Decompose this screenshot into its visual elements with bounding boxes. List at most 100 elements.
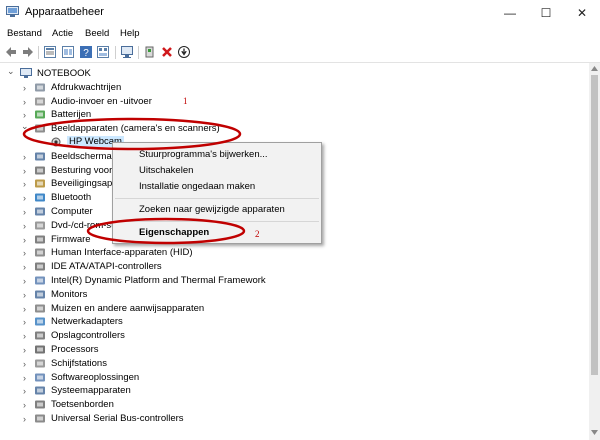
chevron-right-icon[interactable]: › xyxy=(23,246,32,260)
uninstall-icon[interactable] xyxy=(160,45,174,59)
tree-category-row[interactable]: › Muizen en andere aanwijsapparaten xyxy=(0,302,589,316)
tree-category-label: Computer xyxy=(51,206,93,217)
maximize-icon: ☐ xyxy=(540,6,552,20)
maximize-button[interactable]: ☐ xyxy=(528,0,564,26)
chevron-right-icon[interactable]: › xyxy=(23,384,32,398)
context-menu: Stuurprogramma's bijwerken... Uitschakel… xyxy=(112,142,322,244)
chevron-right-icon[interactable]: › xyxy=(23,274,32,288)
vertical-scrollbar[interactable] xyxy=(589,63,600,440)
tree-category-row[interactable]: › Human Interface-apparaten (HID) xyxy=(0,246,589,260)
tree-category-label: Besturing voor xyxy=(51,164,113,176)
chevron-right-icon[interactable]: › xyxy=(23,371,32,385)
tree-category-row[interactable]: › Universal Serial Bus-controllers xyxy=(0,412,589,426)
menu-beeld[interactable]: Beeld xyxy=(85,28,109,39)
device-category-icon xyxy=(35,97,45,106)
chevron-right-icon[interactable]: › xyxy=(23,343,32,357)
tree-root-row[interactable]: ⌄ NOTEBOOK xyxy=(0,64,589,81)
tree-category-row[interactable]: › Toetsenborden xyxy=(0,398,589,412)
ctx-uninstall[interactable]: Installatie ongedaan maken xyxy=(139,181,255,192)
device-manager-app-icon xyxy=(6,6,19,17)
chevron-down-icon[interactable]: ⌄ xyxy=(7,64,16,78)
toolbar: ? xyxy=(0,43,600,63)
chevron-down-icon[interactable]: ⌄ xyxy=(21,119,30,133)
device-tree: ⌄ NOTEBOOK › Afdrukwachtrijen › Audio-invoer … xyxy=(0,63,589,440)
tree-category-label: Processors xyxy=(51,344,99,355)
details-icon[interactable] xyxy=(96,45,110,59)
chevron-right-icon[interactable]: › xyxy=(23,219,32,233)
menu-help[interactable]: Help xyxy=(120,28,140,39)
minimize-button[interactable]: — xyxy=(492,0,528,26)
chevron-right-icon[interactable]: › xyxy=(23,233,32,247)
chevron-right-icon[interactable]: › xyxy=(23,177,32,191)
chevron-right-icon[interactable]: › xyxy=(23,302,32,316)
device-category-icon xyxy=(35,152,45,161)
chevron-right-icon[interactable]: › xyxy=(23,315,32,329)
add-driver-icon[interactable] xyxy=(143,45,157,59)
tree-category-row[interactable]: › Intel(R) Dynamic Platform and Thermal F… xyxy=(0,274,589,288)
device-category-icon xyxy=(35,207,45,216)
scroll-down-icon[interactable] xyxy=(591,430,598,435)
forward-arrow-icon[interactable] xyxy=(21,45,35,59)
ctx-separator xyxy=(115,221,319,222)
toolbar-separator xyxy=(138,46,139,59)
chevron-right-icon[interactable]: › xyxy=(23,205,32,219)
tree-category-label: Opslagcontrollers xyxy=(51,330,125,342)
tree-category-row[interactable]: › Audio-invoer en -uitvoer xyxy=(0,95,589,109)
device-category-icon xyxy=(35,373,45,382)
ctx-scan-changes[interactable]: Zoeken naar gewijzigde apparaten xyxy=(139,204,285,215)
ctx-update-driver[interactable]: Stuurprogramma's bijwerken... xyxy=(139,149,268,160)
ctx-disable[interactable]: Uitschakelen xyxy=(139,165,193,176)
minimize-icon: — xyxy=(504,6,516,20)
menu-bestand[interactable]: Bestand xyxy=(7,28,42,39)
back-arrow-icon[interactable] xyxy=(4,45,18,59)
chevron-right-icon[interactable]: › xyxy=(23,357,32,371)
tree-category-label: Intel(R) Dynamic Platform and Thermal Fr… xyxy=(51,275,266,286)
tree-category-row[interactable]: › Opslagcontrollers xyxy=(0,329,589,343)
device-category-icon xyxy=(35,193,45,202)
tree-category-row[interactable]: ⌄ Beeldapparaten (camera's en scanners) xyxy=(0,119,589,136)
tree-category-label: Batterijen xyxy=(51,109,92,121)
chevron-right-icon[interactable]: › xyxy=(23,164,32,178)
tree-category-row[interactable]: › Afdrukwachtrijen xyxy=(0,81,589,95)
tree-category-row[interactable]: › Schijfstations xyxy=(0,357,589,371)
device-category-icon xyxy=(35,83,45,92)
scan-hardware-icon[interactable] xyxy=(120,45,134,59)
menu-actie[interactable]: Actie xyxy=(52,28,73,39)
tree-category-row[interactable]: › Monitors xyxy=(0,288,589,302)
close-button[interactable]: ✕ xyxy=(564,0,600,26)
tree-category-label: Afdrukwachtrijen xyxy=(51,81,122,93)
update-icon[interactable] xyxy=(177,45,191,59)
device-category-icon xyxy=(35,290,45,299)
chevron-right-icon[interactable]: › xyxy=(23,81,32,95)
scrollbar-thumb[interactable] xyxy=(591,75,598,375)
device-category-icon xyxy=(35,221,45,230)
device-category-icon xyxy=(35,359,45,368)
help-icon[interactable]: ? xyxy=(79,45,93,59)
device-category-icon xyxy=(35,124,45,133)
tree-category-row[interactable]: › Batterijen xyxy=(0,108,589,122)
tree-category-row[interactable]: › Processors xyxy=(0,343,589,357)
chevron-right-icon[interactable]: › xyxy=(23,329,32,343)
tree-category-label: Human Interface-apparaten (HID) xyxy=(51,247,193,259)
tree-category-label: Universal Serial Bus-controllers xyxy=(51,413,184,424)
tree-category-label: Bluetooth xyxy=(51,192,92,204)
device-category-icon xyxy=(35,304,45,313)
scroll-up-icon[interactable] xyxy=(591,66,598,71)
chevron-right-icon[interactable]: › xyxy=(23,412,32,426)
chevron-right-icon[interactable]: › xyxy=(23,95,32,109)
chevron-right-icon[interactable]: › xyxy=(23,398,32,412)
tree-category-row[interactable]: › Systeemapparaten xyxy=(0,384,589,398)
device-category-icon xyxy=(35,414,45,423)
tree-category-row[interactable]: › IDE ATA/ATAPI-controllers xyxy=(0,260,589,274)
show-hidden-icon[interactable] xyxy=(61,45,75,59)
tree-category-row[interactable]: › Netwerkadapters xyxy=(0,315,589,329)
chevron-right-icon[interactable]: › xyxy=(23,260,32,274)
tree-category-row[interactable]: › Softwareoplossingen xyxy=(0,371,589,385)
ctx-properties[interactable]: Eigenschappen xyxy=(139,227,209,238)
chevron-right-icon[interactable]: › xyxy=(23,288,32,302)
properties-icon[interactable] xyxy=(43,45,57,59)
chevron-right-icon[interactable]: › xyxy=(23,150,32,164)
chevron-right-icon[interactable]: › xyxy=(23,191,32,205)
ctx-separator xyxy=(115,198,319,199)
computer-icon xyxy=(20,68,32,78)
